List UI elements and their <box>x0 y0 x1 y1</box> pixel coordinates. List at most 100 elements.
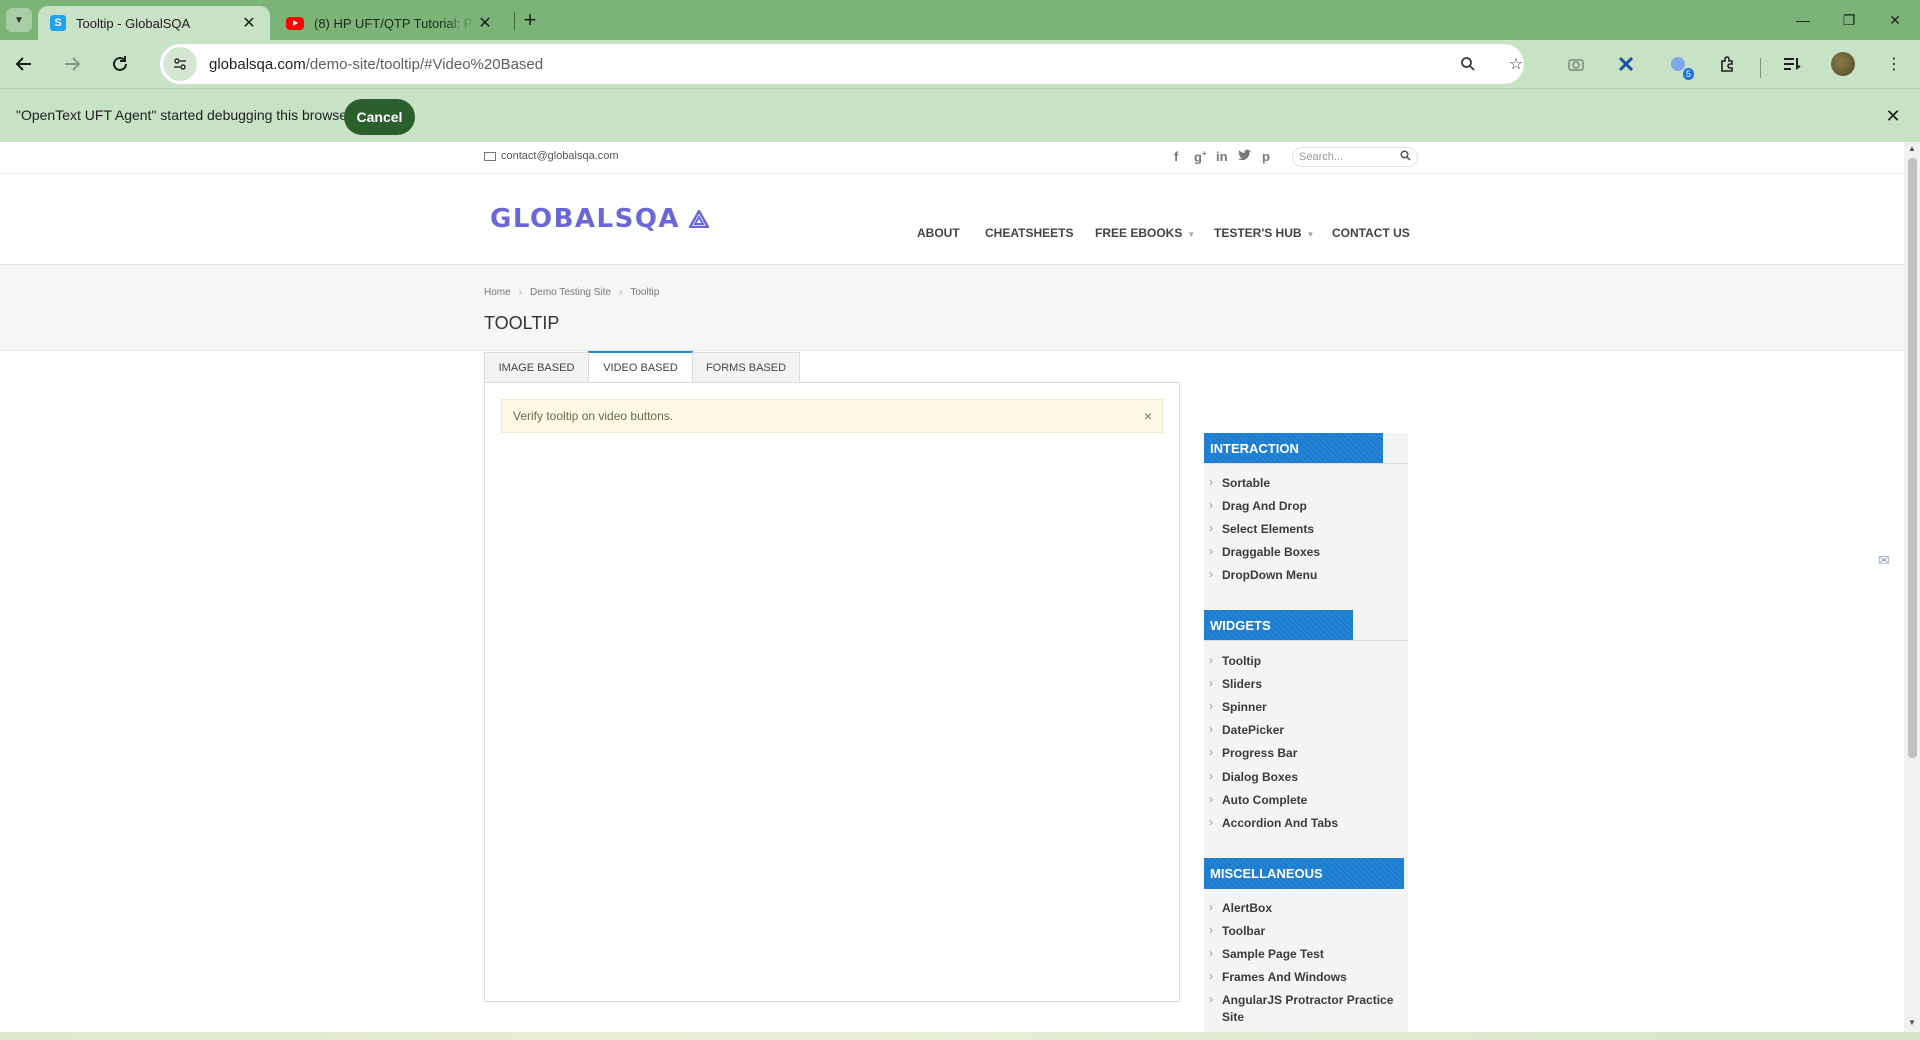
breadcrumb-home[interactable]: Home <box>484 287 511 298</box>
url-host: globalsqa.com <box>209 55 306 73</box>
scroll-up-arrow-icon[interactable]: ▲ <box>1908 144 1916 153</box>
tab-video-based[interactable]: VIDEO BASED <box>588 351 693 383</box>
sidebar-item-select-elements[interactable]: Select Elements <box>1209 520 1402 538</box>
sidebar-item-drag-and-drop[interactable]: Drag And Drop <box>1209 497 1402 515</box>
breadcrumb-demo-site[interactable]: Demo Testing Site <box>530 287 611 298</box>
search-placeholder: Search... <box>1299 151 1344 163</box>
uft-extension-icon[interactable] <box>1614 52 1638 76</box>
linkedin-icon[interactable]: in <box>1216 149 1228 164</box>
sidebar-item-sliders[interactable]: Sliders <box>1209 675 1402 693</box>
translate-extension-icon[interactable]: 5 <box>1666 52 1694 80</box>
zoom-icon[interactable] <box>1456 52 1480 76</box>
toolbar-divider <box>1760 58 1761 78</box>
tab-panel-video-based: Verify tooltip on video buttons. × <box>484 382 1180 1002</box>
window-close-button[interactable]: ✕ <box>1872 6 1918 34</box>
scroll-down-arrow-icon[interactable]: ▼ <box>1908 1018 1916 1027</box>
sidebar-item-progress-bar[interactable]: Progress Bar <box>1209 744 1402 762</box>
twitter-icon[interactable] <box>1238 149 1252 164</box>
sidebar-item-spinner[interactable]: Spinner <box>1209 698 1402 716</box>
new-tab-button[interactable]: + <box>518 7 542 32</box>
sidebar-item-toolbar[interactable]: Toolbar <box>1209 922 1402 940</box>
tune-icon <box>174 58 186 70</box>
nav-testers-hub[interactable]: TESTER'S HUB ▼ <box>1214 226 1314 240</box>
extensions-puzzle-icon[interactable] <box>1716 52 1740 76</box>
logo-text: GLOBALSQA <box>490 204 681 234</box>
sidebar-item-alertbox[interactable]: AlertBox <box>1209 899 1402 917</box>
reload-button[interactable] <box>104 48 136 80</box>
bookmark-star-icon[interactable]: ☆ <box>1504 52 1528 76</box>
nav-about[interactable]: ABOUT <box>917 226 960 240</box>
back-button[interactable] <box>8 48 40 80</box>
sidebar-item-frames-and-windows[interactable]: Frames And Windows <box>1209 968 1402 986</box>
tab-forms-based[interactable]: FORMS BASED <box>692 352 800 383</box>
camera-icon[interactable] <box>1564 52 1588 76</box>
forward-button[interactable] <box>56 48 88 80</box>
scrollbar-thumb[interactable] <box>1908 158 1917 758</box>
globalsqa-favicon-icon: S <box>50 15 66 31</box>
nav-contact-us[interactable]: CONTACT US <box>1332 226 1410 240</box>
sidebar: INTERACTION Sortable Drag And Drop Selec… <box>1204 433 1408 1032</box>
sidebar-item-sortable[interactable]: Sortable <box>1209 474 1402 492</box>
infobar-close-icon[interactable]: ✕ <box>1882 105 1904 127</box>
alert-text: Verify tooltip on video buttons. <box>513 409 674 423</box>
nav-cheatsheets[interactable]: CHEATSHEETS <box>985 226 1073 240</box>
breadcrumb-separator: › <box>619 287 623 298</box>
sidebar-item-accordion-and-tabs[interactable]: Accordion And Tabs <box>1209 814 1402 832</box>
facebook-icon[interactable]: f <box>1174 149 1178 164</box>
sidebar-heading-interaction: INTERACTION <box>1204 433 1383 464</box>
sidebar-heading-miscellaneous: MISCELLANEOUS <box>1204 858 1404 889</box>
sidebar-item-dropdown-menu[interactable]: DropDown Menu <box>1209 566 1402 584</box>
page-title-band: Home › Demo Testing Site › Tooltip TOOLT… <box>0 265 1904 351</box>
sidebar-divider <box>1204 463 1408 464</box>
sidebar-item-draggable-boxes[interactable]: Draggable Boxes <box>1209 543 1402 561</box>
site-header: GLOBALSQA ABOUT CHEATSHEETS FREE EBOOKS ▼… <box>0 174 1904 265</box>
reading-list-icon[interactable] <box>1780 52 1804 76</box>
tab-title: (8) HP UFT/QTP Tutorial: Par <box>314 15 476 31</box>
floating-mail-icon[interactable]: ✉ <box>1878 552 1890 569</box>
browser-tab-active[interactable]: S Tooltip - GlobalSQA ✕ <box>38 6 270 40</box>
back-arrow-icon <box>15 57 31 71</box>
tab-divider <box>514 12 515 30</box>
close-icon[interactable]: ✕ <box>476 14 494 32</box>
site-logo[interactable]: GLOBALSQA <box>490 204 710 234</box>
pinterest-icon[interactable]: p <box>1262 149 1270 164</box>
page-title: TOOLTIP <box>484 313 560 333</box>
debugging-infobar: "OpenText UFT Agent" started debugging t… <box>0 88 1920 142</box>
chevron-down-icon: ▼ <box>14 14 24 26</box>
kebab-menu-icon[interactable]: ⋮ <box>1882 52 1906 76</box>
close-icon[interactable]: ✕ <box>240 14 258 32</box>
sidebar-divider <box>1204 640 1408 641</box>
restore-button[interactable]: ❐ <box>1826 6 1872 34</box>
sidebar-item-tooltip[interactable]: Tooltip <box>1209 652 1402 670</box>
search-icon[interactable] <box>1400 150 1411 164</box>
profile-avatar[interactable] <box>1831 52 1855 76</box>
breadcrumb-current: Tooltip <box>630 287 660 298</box>
dropdown-caret-icon: ▼ <box>1306 230 1315 239</box>
alert-close-icon[interactable]: × <box>1144 408 1152 424</box>
bottom-edge-strip <box>0 1032 1920 1040</box>
nav-testers-hub-label: TESTER'S HUB <box>1214 226 1302 240</box>
logo-triangle-icon <box>687 208 710 229</box>
tab-search-button[interactable]: ▼ <box>6 8 32 32</box>
infobar-message: "OpenText UFT Agent" started debugging t… <box>16 107 352 123</box>
sidebar-item-auto-complete[interactable]: Auto Complete <box>1209 791 1402 809</box>
tab-title: Tooltip - GlobalSQA <box>76 15 191 31</box>
site-search-input[interactable]: Search... <box>1292 147 1418 167</box>
cancel-debugging-button[interactable]: Cancel <box>344 99 415 135</box>
info-alert: Verify tooltip on video buttons. × <box>501 399 1163 433</box>
google-plus-icon[interactable]: g+ <box>1194 149 1207 164</box>
nav-free-ebooks-label: FREE EBOOKS <box>1095 226 1183 240</box>
browser-tab-youtube[interactable]: (8) HP UFT/QTP Tutorial: Par ✕ <box>274 6 506 40</box>
sidebar-item-sample-page-test[interactable]: Sample Page Test <box>1209 945 1402 963</box>
page-scrollbar[interactable]: ▲ ▼ <box>1904 142 1920 1032</box>
envelope-icon <box>484 151 496 161</box>
minimize-button[interactable]: — <box>1780 6 1826 34</box>
nav-free-ebooks[interactable]: FREE EBOOKS ▼ <box>1095 226 1195 240</box>
sidebar-item-angularjs-protractor[interactable]: AngularJS Protractor Practice Site <box>1209 991 1402 1026</box>
sidebar-item-dialog-boxes[interactable]: Dialog Boxes <box>1209 768 1402 786</box>
site-info-button[interactable] <box>163 47 197 81</box>
contact-email[interactable]: contact@globalsqa.com <box>484 150 619 162</box>
tab-image-based[interactable]: IMAGE BASED <box>484 352 589 383</box>
address-bar[interactable]: globalsqa.com/demo-site/tooltip/#Video%2… <box>160 44 1524 84</box>
sidebar-item-datepicker[interactable]: DatePicker <box>1209 721 1402 739</box>
